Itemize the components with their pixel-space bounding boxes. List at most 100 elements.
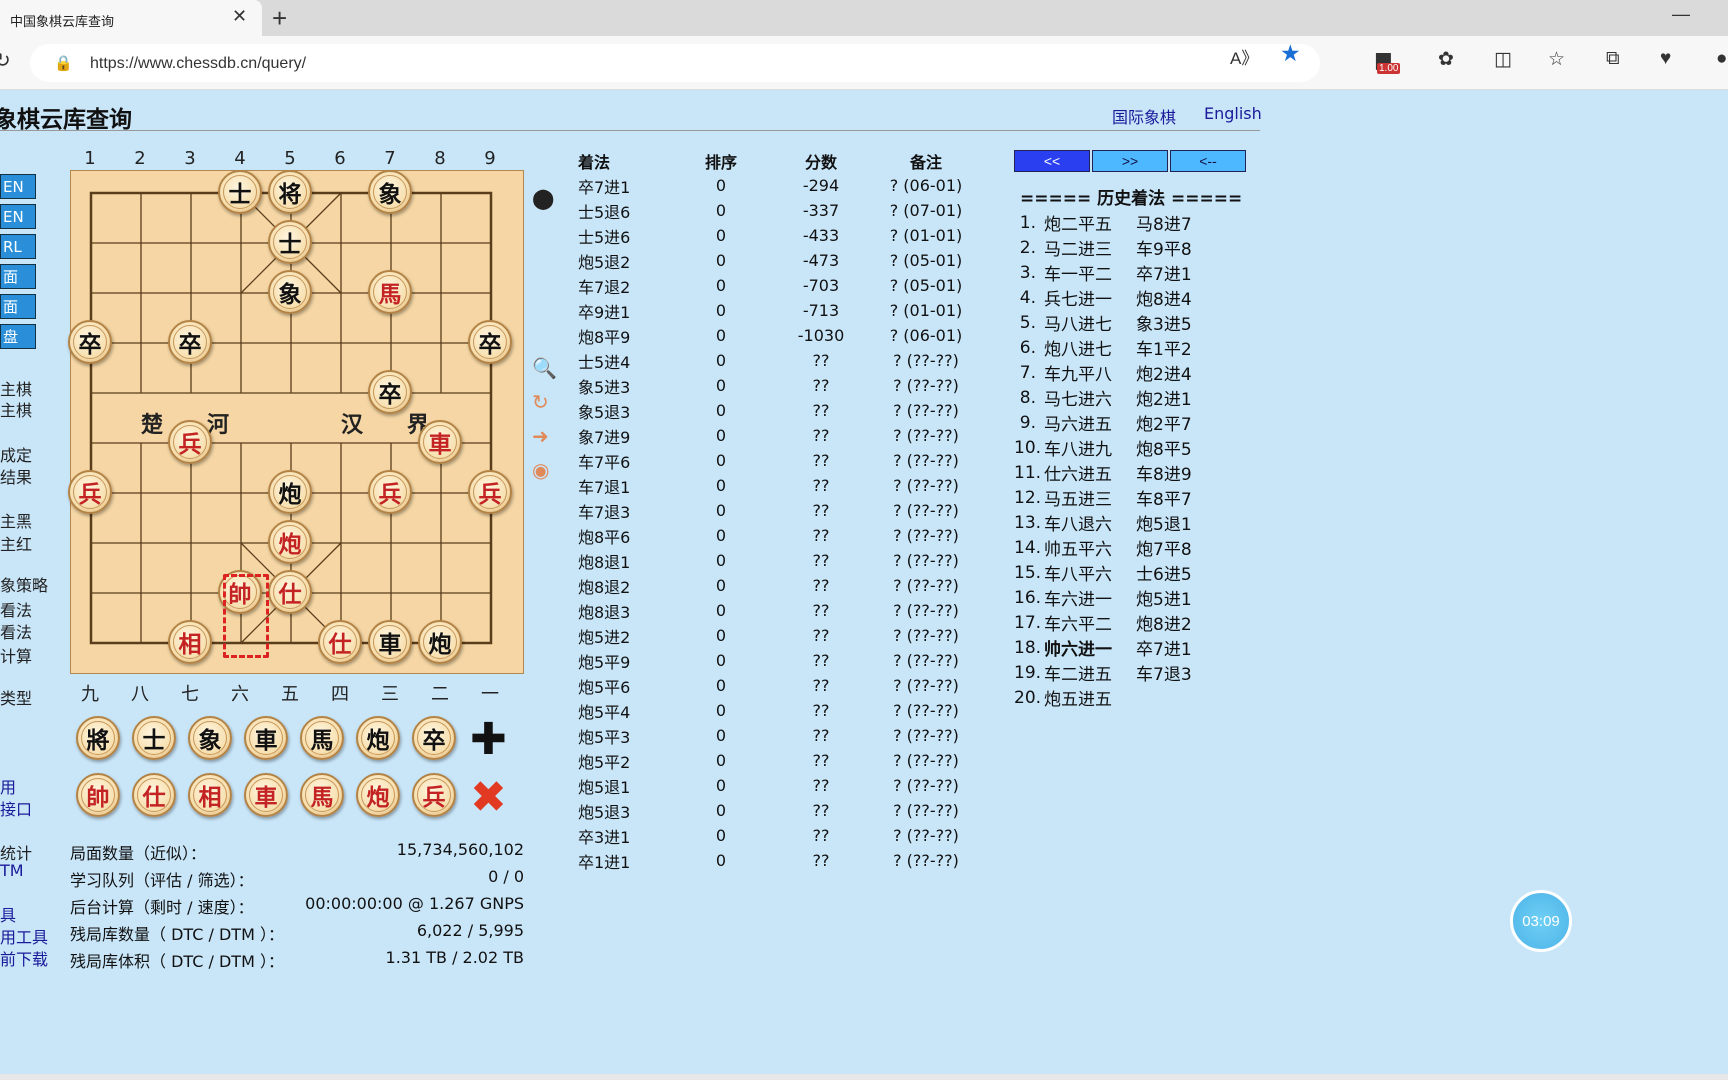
history-move[interactable]: 车九平八 — [1044, 360, 1136, 385]
black-piece[interactable]: 卒 — [68, 320, 112, 364]
table-row[interactable]: 卒9进1 0 -713 ? (01-01) — [566, 298, 976, 323]
forward-icon[interactable]: ➜ — [532, 424, 549, 449]
history-move[interactable]: 炮2进1 — [1136, 385, 1228, 410]
table-row[interactable]: 象5退3 0?? ? (??-??) — [566, 398, 976, 423]
left-button-6[interactable]: 盘 — [0, 324, 36, 349]
black-palette-piece[interactable]: 士 — [132, 716, 176, 760]
table-row[interactable]: 象7进9 0?? ? (??-??) — [566, 423, 976, 448]
refresh-icon[interactable]: ↻ — [0, 48, 11, 73]
table-row[interactable]: 炮5平3 0?? ? (??-??) — [566, 723, 976, 748]
history-move[interactable]: 炮2平7 — [1136, 410, 1228, 435]
left-button-1[interactable]: EN — [0, 174, 36, 199]
left-button-4[interactable]: 面 — [0, 264, 36, 289]
first-move-button[interactable]: << — [1014, 150, 1090, 172]
history-move[interactable]: 车7退3 — [1136, 660, 1228, 685]
history-move[interactable]: 马二进三 — [1044, 235, 1136, 260]
intl-chess-link[interactable]: 国际象棋 — [1112, 104, 1176, 128]
move-cell[interactable]: 车7退2 — [566, 274, 676, 298]
table-row[interactable]: 卒3进1 0?? ? (??-??) — [566, 823, 976, 848]
profile-icon[interactable]: ● — [1716, 48, 1727, 70]
move-cross-icon[interactable]: ✚ — [470, 714, 507, 765]
table-row[interactable]: 炮5退2 0 -473 ? (05-01) — [566, 248, 976, 273]
history-move[interactable]: 卒7进1 — [1136, 260, 1228, 285]
history-move[interactable]: 车一平二 — [1044, 260, 1136, 285]
table-row[interactable]: 炮8平9 0 -1030 ? (06-01) — [566, 323, 976, 348]
delete-icon[interactable]: ✖ — [470, 772, 507, 823]
history-move[interactable]: 马七进六 — [1044, 385, 1136, 410]
table-row[interactable]: 车7退1 0?? ? (??-??) — [566, 473, 976, 498]
black-piece[interactable]: 炮 — [268, 470, 312, 514]
minimize-icon[interactable]: — — [1672, 4, 1690, 25]
red-palette-piece[interactable]: 相 — [188, 773, 232, 817]
red-piece[interactable]: 兵 — [68, 470, 112, 514]
camera-icon[interactable]: ◉ — [532, 458, 549, 483]
table-row[interactable]: 炮8退1 0?? ? (??-??) — [566, 548, 976, 573]
history-move[interactable]: 象3进5 — [1136, 310, 1228, 335]
table-row[interactable]: 炮8退3 0?? ? (??-??) — [566, 598, 976, 623]
table-row[interactable]: 士5进6 0 -433 ? (01-01) — [566, 223, 976, 248]
black-piece[interactable]: 車 — [368, 620, 412, 664]
move-cell[interactable]: 炮8退1 — [566, 549, 676, 573]
red-piece[interactable]: 炮 — [268, 520, 312, 564]
collections-icon[interactable]: ⧉ — [1606, 48, 1620, 70]
column-header[interactable]: 分数 — [766, 149, 876, 173]
table-row[interactable]: 车7平6 0?? ? (??-??) — [566, 448, 976, 473]
left-link[interactable]: TM — [0, 861, 24, 880]
black-palette-piece[interactable]: 卒 — [412, 716, 456, 760]
red-piece[interactable]: 兵 — [368, 470, 412, 514]
move-cell[interactable]: 车7退1 — [566, 474, 676, 498]
red-piece[interactable]: 仕 — [268, 570, 312, 614]
black-palette-piece[interactable]: 炮 — [356, 716, 400, 760]
column-header[interactable]: 排序 — [676, 149, 766, 173]
favorite-star-icon[interactable]: ★ — [1280, 40, 1301, 67]
move-cell[interactable]: 炮5退2 — [566, 249, 676, 273]
black-palette-piece[interactable]: 象 — [188, 716, 232, 760]
move-cell[interactable]: 象5退3 — [566, 399, 676, 423]
left-option[interactable]: 计算 — [0, 643, 32, 667]
move-cell[interactable]: 炮8退3 — [566, 599, 676, 623]
column-header[interactable]: 着法 — [566, 149, 676, 173]
history-move[interactable]: 炮5进1 — [1136, 585, 1228, 610]
left-option[interactable]: 主黑 — [0, 508, 32, 532]
history-move[interactable]: 车9平8 — [1136, 235, 1228, 260]
black-palette-piece[interactable]: 馬 — [300, 716, 344, 760]
red-piece[interactable]: 相 — [168, 620, 212, 664]
black-piece[interactable]: 卒 — [368, 370, 412, 414]
left-link[interactable]: 具 — [0, 902, 16, 926]
black-piece[interactable]: 卒 — [168, 320, 212, 364]
red-palette-piece[interactable]: 炮 — [356, 773, 400, 817]
black-piece[interactable]: 士 — [268, 220, 312, 264]
history-move[interactable]: 马八进七 — [1044, 310, 1136, 335]
move-cell[interactable]: 炮5平9 — [566, 649, 676, 673]
history-move[interactable]: 炮二平五 — [1044, 210, 1136, 235]
move-cell[interactable]: 卒7进1 — [566, 174, 676, 198]
left-link[interactable]: 用工具 — [0, 924, 48, 948]
black-palette-piece[interactable]: 將 — [76, 716, 120, 760]
move-cell[interactable]: 卒1进1 — [566, 849, 676, 873]
table-row[interactable]: 炮5退1 0?? ? (??-??) — [566, 773, 976, 798]
history-move[interactable]: 炮8平5 — [1136, 435, 1228, 460]
move-cell[interactable]: 象7进9 — [566, 424, 676, 448]
move-cell[interactable]: 炮5退1 — [566, 774, 676, 798]
table-row[interactable]: 车7退2 0 -703 ? (05-01) — [566, 273, 976, 298]
table-row[interactable]: 卒1进1 0?? ? (??-??) — [566, 848, 976, 873]
favorites-icon[interactable]: ☆ — [1548, 48, 1565, 71]
black-piece[interactable]: 炮 — [418, 620, 462, 664]
next-move-button[interactable]: >> — [1092, 150, 1168, 172]
left-option[interactable]: 结果 — [0, 464, 32, 488]
left-button-5[interactable]: 面 — [0, 294, 36, 319]
history-move[interactable]: 仕六进五 — [1044, 460, 1136, 485]
move-cell[interactable]: 炮8退2 — [566, 574, 676, 598]
history-move[interactable]: 车八平六 — [1044, 560, 1136, 585]
table-row[interactable]: 象5进3 0?? ? (??-??) — [566, 373, 976, 398]
history-move[interactable]: 车六进一 — [1044, 585, 1136, 610]
move-cell[interactable]: 士5退6 — [566, 199, 676, 223]
left-button-3[interactable]: RL — [0, 234, 36, 259]
move-cell[interactable]: 士5进4 — [566, 349, 676, 373]
red-palette-piece[interactable]: 兵 — [412, 773, 456, 817]
move-cell[interactable]: 炮8平6 — [566, 524, 676, 548]
red-palette-piece[interactable]: 帥 — [76, 773, 120, 817]
move-cell[interactable]: 车7平6 — [566, 449, 676, 473]
red-palette-piece[interactable]: 車 — [244, 773, 288, 817]
history-move[interactable]: 炮八进七 — [1044, 335, 1136, 360]
